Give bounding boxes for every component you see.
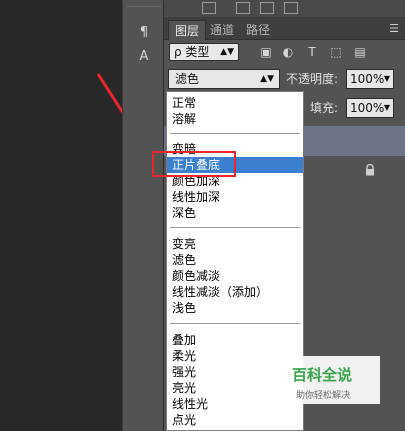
- strip-icon[interactable]: [236, 2, 250, 14]
- strip-icon[interactable]: [260, 2, 274, 14]
- blend-mode-dropdown: 正常 溶解 变暗 正片叠底 颜色加深 线性加深 深色 变亮 滤色 颜色减淡 线性…: [166, 91, 304, 431]
- panel-menu-icon[interactable]: ☰: [389, 22, 399, 35]
- type-filter-icon[interactable]: T: [304, 45, 320, 59]
- panel-tabs: 图层 通道 路径 ☰: [164, 18, 405, 40]
- opacity-label: 不透明度:: [286, 72, 339, 86]
- character-tool-icon[interactable]: A: [131, 46, 157, 68]
- strip-icon[interactable]: [284, 2, 298, 14]
- blend-option[interactable]: 线性光: [167, 396, 303, 412]
- image-filter-icon[interactable]: ▣: [258, 45, 274, 59]
- blend-option[interactable]: 深色: [167, 205, 303, 221]
- blend-option[interactable]: 亮光: [167, 380, 303, 396]
- blend-mode-select[interactable]: 滤色 ▲▼: [168, 69, 280, 89]
- blend-option[interactable]: 溶解: [167, 111, 303, 127]
- paragraph-tool-icon[interactable]: ¶: [131, 22, 157, 44]
- blend-option[interactable]: 变亮: [167, 236, 303, 252]
- updown-arrows-icon: ▲▼: [220, 47, 234, 57]
- lock-icon: [366, 164, 374, 176]
- blend-row: 滤色 ▲▼ 不透明度: 100% ▼: [164, 66, 405, 92]
- tool-strip: ¶ A: [122, 0, 164, 431]
- tab-channels[interactable]: 通道: [204, 20, 240, 40]
- highlight-annotation-box: [152, 151, 236, 177]
- blend-option[interactable]: 浅色: [167, 300, 303, 316]
- tab-layers[interactable]: 图层: [168, 20, 207, 40]
- fill-field[interactable]: 100% ▼: [346, 98, 394, 118]
- adjustment-filter-icon[interactable]: ◐: [280, 45, 296, 59]
- filter-kind-select[interactable]: ρ 类型 ▲▼: [169, 43, 239, 61]
- menu-separator: [170, 323, 300, 324]
- fill-label: 填充:: [310, 101, 339, 115]
- blend-option[interactable]: 点光: [167, 412, 303, 428]
- menu-separator: [170, 133, 300, 134]
- panel-top-strip: [164, 0, 405, 18]
- filter-row: ρ 类型 ▲▼ ▣ ◐ T ⬚ ▤: [164, 40, 405, 64]
- menu-separator: [170, 227, 300, 228]
- blend-option[interactable]: 线性加深: [167, 189, 303, 205]
- tab-paths[interactable]: 路径: [240, 20, 276, 40]
- watermark-title: 百科全说: [292, 366, 353, 384]
- tool-divider: [127, 6, 161, 7]
- blend-option[interactable]: 线性减淡（添加）: [167, 284, 303, 300]
- blend-option[interactable]: 颜色减淡: [167, 268, 303, 284]
- blend-option[interactable]: 滤色: [167, 252, 303, 268]
- blend-option[interactable]: 强光: [167, 364, 303, 380]
- blend-option[interactable]: 正常: [167, 95, 303, 111]
- fill-value: 100%: [350, 101, 385, 115]
- updown-arrows-icon: ▲▼: [260, 74, 274, 84]
- opacity-field[interactable]: 100% ▼: [346, 69, 394, 89]
- blend-option[interactable]: 叠加: [167, 332, 303, 348]
- blend-option[interactable]: 柔光: [167, 348, 303, 364]
- watermark-subtitle: 助你轻松解决: [296, 391, 351, 401]
- chevron-down-icon[interactable]: ▼: [384, 99, 390, 117]
- blend-mode-value: 滤色: [175, 72, 200, 86]
- filter-kind-label: ρ 类型: [174, 45, 210, 59]
- smart-object-filter-icon[interactable]: ▤: [352, 45, 368, 59]
- watermark: 百科全说 助你轻松解决: [288, 356, 380, 404]
- shape-filter-icon[interactable]: ⬚: [328, 45, 344, 59]
- chevron-down-icon[interactable]: ▼: [384, 70, 390, 88]
- strip-icon[interactable]: [202, 2, 216, 14]
- opacity-value: 100%: [350, 72, 385, 86]
